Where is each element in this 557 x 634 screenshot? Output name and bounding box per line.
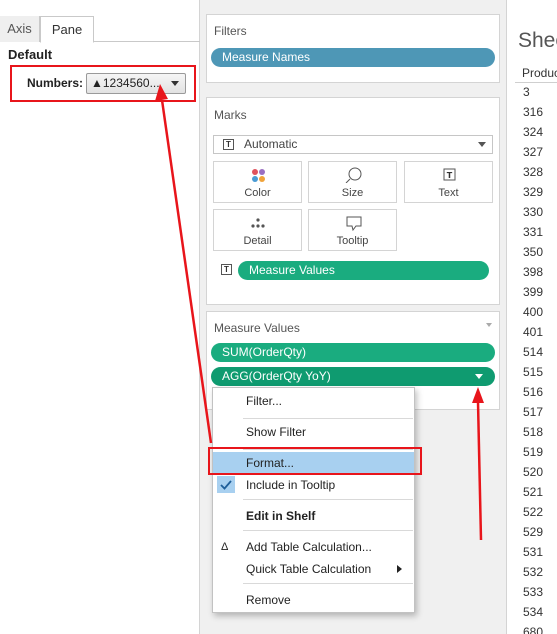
annotation-arrows — [155, 84, 484, 541]
arrow-to-numbers — [160, 99, 213, 444]
arrow-to-pill-menu — [476, 401, 483, 541]
arrowhead-numbers — [155, 84, 168, 101]
arrowhead-pill-menu — [472, 387, 484, 403]
